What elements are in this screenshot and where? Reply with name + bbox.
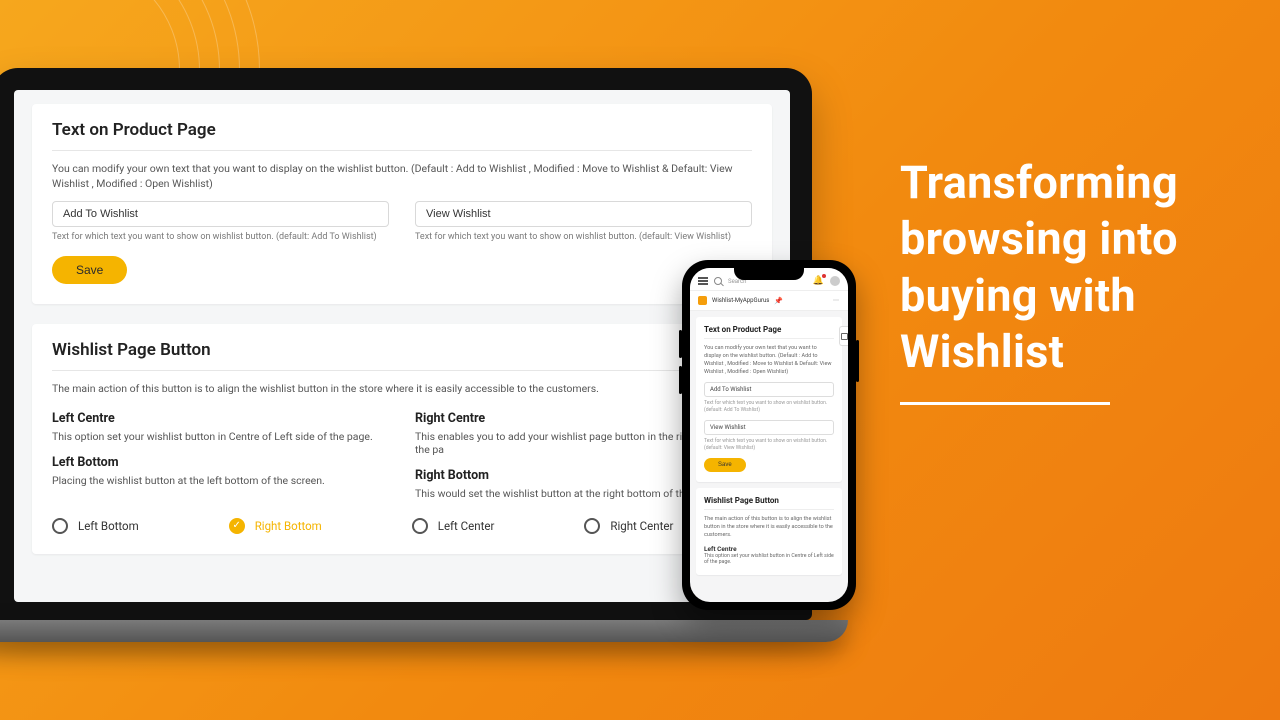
phone-mock: Search 🔔 Wishlist-MyAppGurus 📌 ⋯ Text on… [682,260,856,610]
more-icon[interactable]: ⋯ [833,297,840,304]
phone-card-wishlist-page-button: Wishlist Page Button The main action of … [696,488,842,575]
radio-right-center[interactable]: Right Center [584,518,673,534]
laptop-screen: Text on Product Page You can modify your… [14,90,790,602]
card-description: You can modify your own text that you wa… [704,345,834,377]
app-logo-icon [698,296,707,305]
radio-label: Right Bottom [255,519,322,533]
headline-underline [900,402,1110,405]
radio-label: Left Bottom [78,519,139,533]
phone-notch [734,268,804,280]
add-to-wishlist-input[interactable]: Add To Wishlist [704,382,834,397]
option-desc-left-bottom: Placing the wishlist button at the left … [52,474,389,487]
card-title: Text on Product Page [52,120,752,140]
option-desc-left-centre: This option set your wishlist button in … [704,553,834,565]
phone-card-text-on-product-page: Text on Product Page You can modify your… [696,317,842,482]
divider [52,370,752,371]
radio-group-position: Left Bottom ✓Right Bottom Left Center Ri… [52,518,752,534]
input-help-2: Text for which text you want to show on … [415,232,752,242]
radio-label: Left Center [438,519,495,533]
laptop-base [0,620,848,642]
save-button[interactable]: Save [52,256,127,284]
card-description: The main action of this button is to ali… [52,381,752,396]
option-desc-left-centre: This option set your wishlist button in … [52,430,389,443]
save-button[interactable]: Save [704,458,746,472]
bell-icon[interactable]: 🔔 [813,276,824,286]
card-title: Wishlist Page Button [52,340,752,360]
option-heading-left-bottom: Left Bottom [52,455,389,470]
radio-label: Right Center [610,519,673,533]
marketing-headline: Transforming browsing into buying with W… [900,155,1230,405]
pin-icon[interactable]: 📌 [774,297,783,305]
radio-right-bottom[interactable]: ✓Right Bottom [229,518,322,534]
card-title: Wishlist Page Button [704,496,834,505]
input-help-1: Text for which text you want to show on … [52,232,389,242]
card-title: Text on Product Page [704,325,834,334]
divider [52,150,752,151]
card-text-on-product-page: Text on Product Page You can modify your… [32,104,772,304]
option-heading-left-centre: Left Centre [704,545,834,553]
divider [704,509,834,510]
card-description: The main action of this button is to ali… [704,516,834,540]
divider [704,338,834,339]
option-heading-left-centre: Left Centre [52,411,389,426]
hamburger-icon[interactable] [698,277,708,285]
card-description: You can modify your own text that you wa… [52,161,752,191]
avatar[interactable] [830,276,840,286]
phone-screen: Search 🔔 Wishlist-MyAppGurus 📌 ⋯ Text on… [690,268,848,602]
view-wishlist-input[interactable]: View Wishlist [704,420,834,435]
radio-left-bottom[interactable]: Left Bottom [52,518,139,534]
radio-left-center[interactable]: Left Center [412,518,495,534]
phone-app-bar: Wishlist-MyAppGurus 📌 ⋯ [690,291,848,311]
add-to-wishlist-input[interactable] [52,201,389,227]
search-icon[interactable] [714,277,722,285]
view-wishlist-input[interactable] [415,201,752,227]
card-wishlist-page-button: Wishlist Page Button The main action of … [32,324,772,553]
side-tab-icon[interactable] [839,326,848,346]
headline-text: Transforming browsing into buying with W… [900,155,1230,380]
input-help-1: Text for which text you want to show on … [704,400,834,414]
app-name: Wishlist-MyAppGurus [712,297,769,304]
input-help-2: Text for which text you want to show on … [704,438,834,452]
